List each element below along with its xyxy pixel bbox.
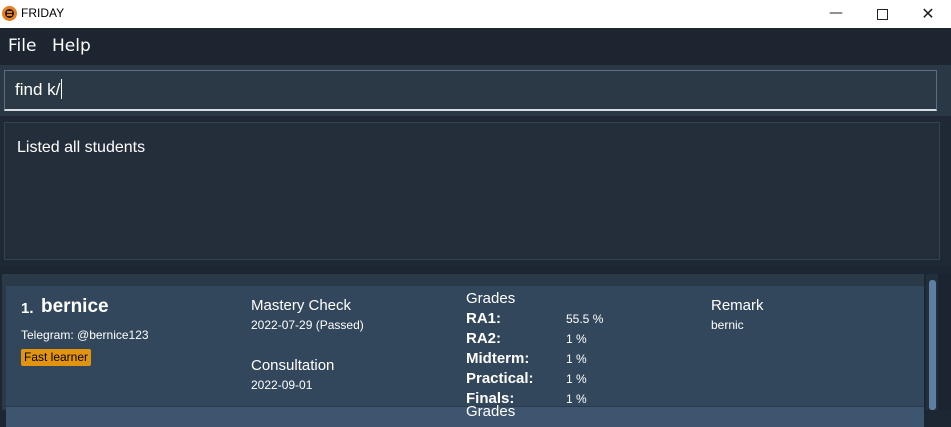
- grades-title: Grades: [466, 403, 516, 418]
- grade-value-ra2: 1 %: [566, 332, 587, 346]
- command-input[interactable]: find k/: [4, 70, 937, 111]
- remark-value: bernic: [711, 318, 744, 332]
- student-card[interactable]: 1. bernice Telegram: @bernice123 Fast le…: [6, 286, 924, 406]
- grade-value-midterm: 1 %: [566, 352, 587, 366]
- grade-label-ra1: RA1:: [466, 310, 502, 327]
- result-area: Listed all students: [0, 116, 951, 266]
- text-caret: [61, 79, 63, 99]
- command-area: find k/: [0, 65, 951, 116]
- window-title: FRIDAY: [21, 6, 65, 20]
- maximize-button[interactable]: [859, 0, 905, 28]
- grade-label-ra2: RA2:: [466, 330, 502, 347]
- title-bar: FRIDAY — ✕: [0, 0, 951, 28]
- command-input-text: find k/: [15, 80, 61, 99]
- consultation-title: Consultation: [251, 357, 335, 374]
- grades-title: Grades: [466, 290, 516, 307]
- remark-title: Remark: [711, 297, 764, 314]
- grade-value-finals: 1 %: [566, 392, 587, 406]
- consultation-value: 2022-09-01: [251, 378, 313, 392]
- grade-value-practical: 1 %: [566, 372, 587, 386]
- app-logo-icon: [2, 6, 17, 21]
- grade-value-ra1: 55.5 %: [566, 312, 604, 326]
- student-index: 1.: [21, 300, 34, 317]
- student-telegram: Telegram: @bernice123: [21, 328, 149, 342]
- list-scrollbar[interactable]: [926, 274, 938, 410]
- menu-bar: File Help: [0, 28, 951, 65]
- student-card[interactable]: Grades: [6, 403, 924, 427]
- student-list-panel: 1. bernice Telegram: @bernice123 Fast le…: [0, 266, 951, 427]
- scroll-thumb[interactable]: [929, 280, 936, 410]
- menu-file[interactable]: File: [8, 36, 36, 56]
- student-tag: Fast learner: [21, 349, 92, 366]
- window-edge: [938, 274, 951, 410]
- grade-label-midterm: Midterm:: [466, 350, 530, 367]
- minimize-button[interactable]: —: [813, 0, 859, 28]
- menu-help[interactable]: Help: [52, 36, 91, 56]
- grade-label-practical: Practical:: [466, 370, 534, 387]
- close-button[interactable]: ✕: [905, 0, 951, 28]
- maximize-icon: [876, 9, 888, 20]
- mastery-check-title: Mastery Check: [251, 297, 352, 314]
- result-display[interactable]: Listed all students: [4, 122, 940, 260]
- mastery-check-value: 2022-07-29 (Passed): [251, 318, 364, 332]
- result-message: Listed all students: [17, 139, 146, 156]
- student-list[interactable]: 1. bernice Telegram: @bernice123 Fast le…: [2, 274, 924, 427]
- student-name: bernice: [41, 296, 109, 317]
